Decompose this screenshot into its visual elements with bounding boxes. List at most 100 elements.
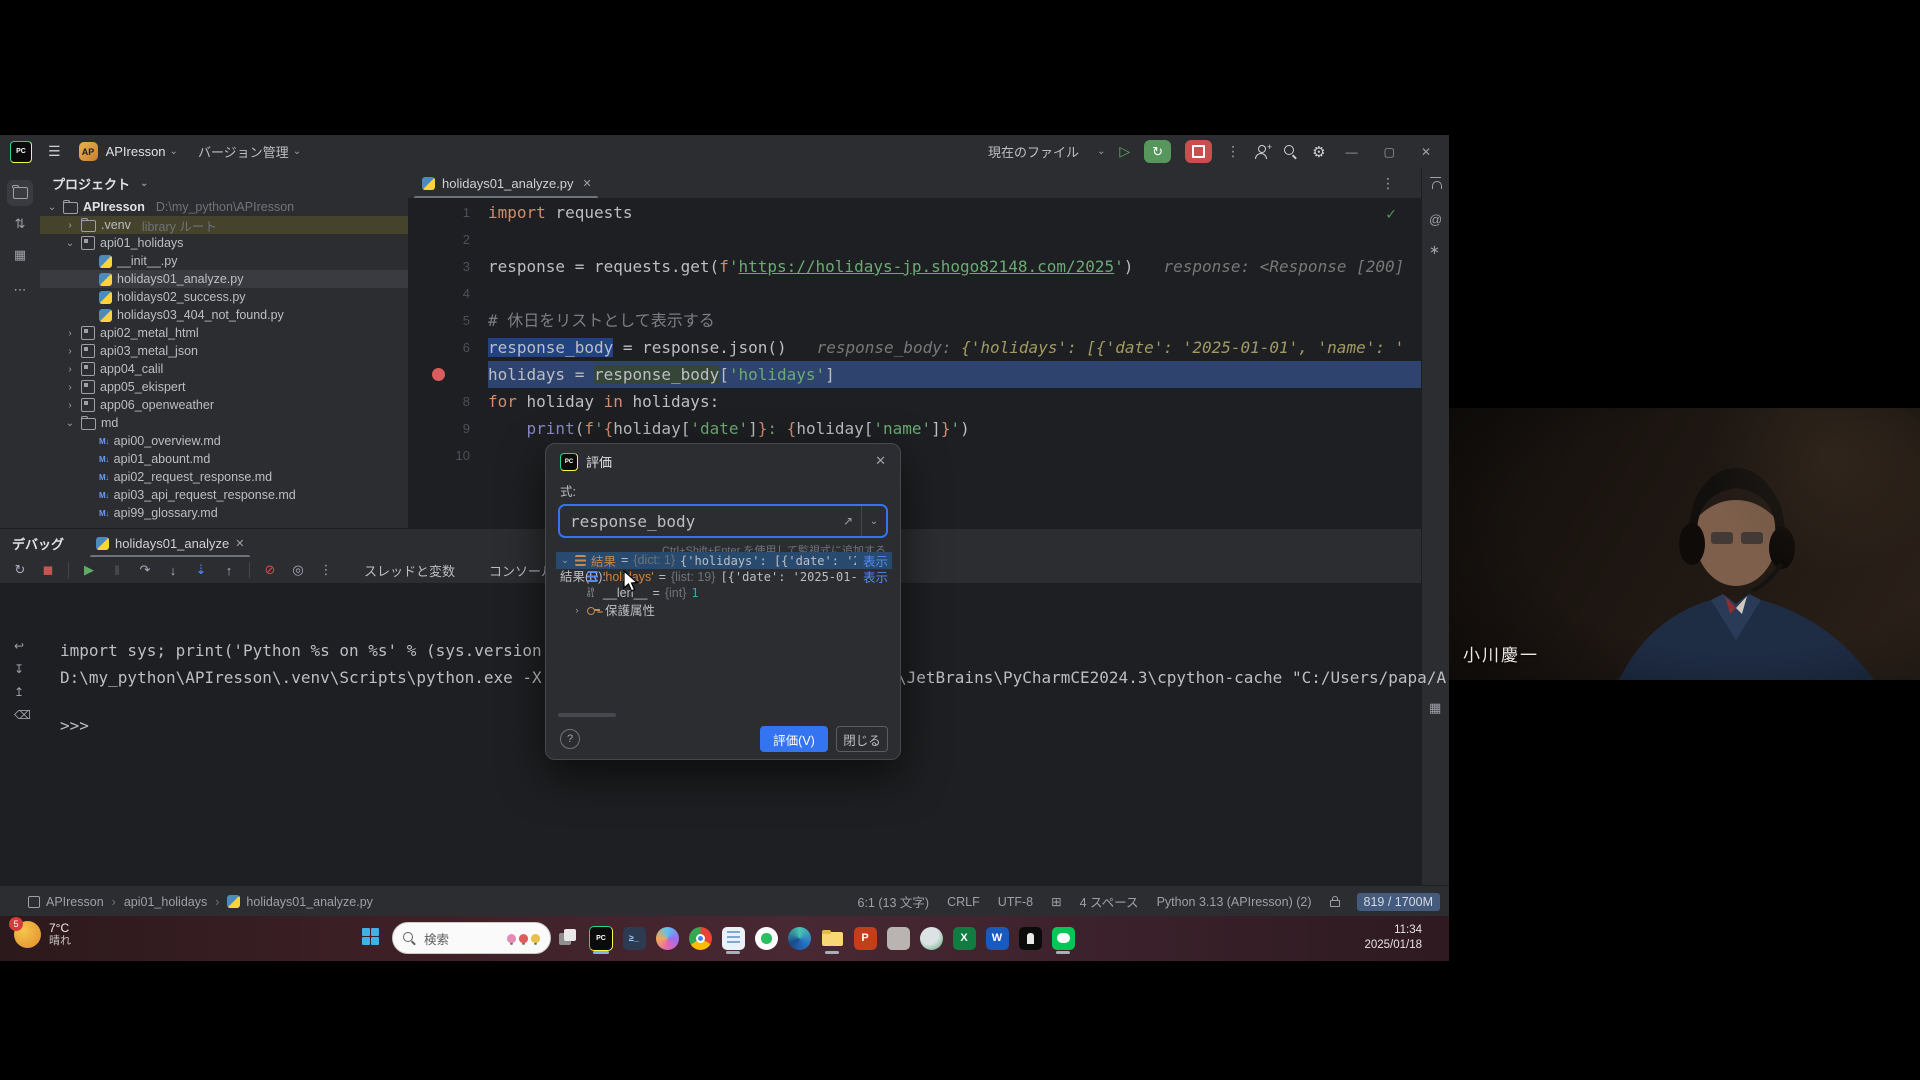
tree-item-holidays03_404_not_found.py[interactable]: holidays03_404_not_found.py — [40, 306, 408, 324]
tree-item-holidays01_analyze.py[interactable]: holidays01_analyze.py — [40, 270, 408, 288]
dialog-close-icon[interactable]: ✕ — [875, 453, 886, 469]
chevron-collapsed-icon[interactable]: › — [64, 328, 76, 339]
code-line[interactable]: holidays = response_body['holidays'] — [408, 361, 1421, 388]
taskbar-search[interactable]: 検索 — [392, 922, 551, 954]
editor-gutter[interactable]: 4 — [408, 280, 488, 307]
run-button[interactable]: ▷ — [1119, 143, 1130, 160]
taskbar-app-edge[interactable] — [787, 922, 811, 954]
chevron-expanded-icon[interactable]: ⌄ — [64, 238, 76, 249]
code-line[interactable]: 2 — [408, 226, 1421, 253]
taskbar-app-powerpoint[interactable]: P — [853, 922, 877, 954]
project-name[interactable]: APIresson — [106, 144, 166, 159]
project-panel-title[interactable]: プロジェクト — [52, 174, 130, 193]
breadcrumb-item[interactable]: api01_holidays — [124, 895, 207, 909]
pause-icon[interactable]: ‖ — [109, 563, 125, 578]
tree-item-__init__.py[interactable]: __init__.py — [40, 252, 408, 270]
chevron-collapsed-icon[interactable]: › — [572, 605, 582, 615]
editor-gutter[interactable]: 1 — [408, 199, 488, 226]
editor-tab[interactable]: holidays01_analyze.py ✕ — [408, 168, 604, 198]
taskbar-app-evernote[interactable] — [754, 922, 778, 954]
debug-panel-title[interactable]: デバッグ — [12, 534, 64, 553]
result-row[interactable]: ›保護属性 — [556, 602, 892, 619]
tree-item-api02_request_response.md[interactable]: M↓api02_request_response.md — [40, 468, 408, 486]
taskbar-app-notepad[interactable] — [721, 922, 745, 954]
more-icon[interactable]: ⋮ — [318, 562, 334, 578]
inbox-at-icon[interactable]: @ — [1429, 212, 1442, 227]
taskbar-app-file-explorer[interactable] — [820, 922, 844, 954]
tree-item-api03_metal_json[interactable]: ›api03_metal_json — [40, 342, 408, 360]
tree-item-app04_calil[interactable]: ›app04_calil — [40, 360, 408, 378]
editor-gutter[interactable]: 2 — [408, 226, 488, 253]
more-tools-icon[interactable]: ⋯ — [7, 277, 33, 303]
scroll-to-top-icon[interactable]: ↥ — [14, 685, 24, 699]
search-everywhere-icon[interactable] — [1283, 144, 1298, 159]
breadcrumb-item[interactable]: holidays01_analyze.py — [227, 895, 372, 909]
structure-icon[interactable]: ▦ — [7, 242, 33, 268]
code-line[interactable]: 1import requests — [408, 199, 1421, 226]
taskbar-app-copilot[interactable] — [655, 922, 679, 954]
taskbar-app-app-gray[interactable] — [886, 922, 910, 954]
tree-item-api00_overview.md[interactable]: M↓api00_overview.md — [40, 432, 408, 450]
settings-gear-icon[interactable]: ⚙ — [1312, 143, 1325, 161]
scroll-to-end-icon[interactable]: ↧ — [14, 662, 24, 676]
step-over-icon[interactable]: ↷ — [137, 562, 153, 578]
debug-session-tab[interactable]: holidays01_analyze ✕ — [86, 529, 254, 557]
tree-item-app05_ekispert[interactable]: ›app05_ekispert — [40, 378, 408, 396]
code-line[interactable]: 5# 休日をリストとして表示する — [408, 307, 1421, 334]
taskbar-app-excel[interactable]: X — [952, 922, 976, 954]
taskbar-app-pycharm[interactable]: PC — [589, 922, 613, 954]
taskbar-app-powershell[interactable]: ≥_ — [622, 922, 646, 954]
result-row[interactable]: 1001__len__={int}1 — [556, 585, 892, 602]
indent-style[interactable]: 4 スペース — [1080, 892, 1139, 911]
editor-gutter[interactable]: 8 — [408, 388, 488, 415]
tree-item-app06_openweather[interactable]: ›app06_openweather — [40, 396, 408, 414]
interpreter[interactable]: Python 3.13 (APIresson) (2) — [1157, 895, 1312, 909]
expression-input[interactable] — [560, 512, 843, 531]
close-tab-icon[interactable]: ✕ — [583, 177, 592, 190]
tree-item-.venv[interactable]: ›.venvlibrary ルート — [40, 216, 408, 234]
stop-icon[interactable]: ◼ — [40, 562, 56, 578]
view-breakpoints-icon[interactable]: ◎ — [290, 562, 306, 578]
chevron-expanded-icon[interactable]: ⌄ — [560, 555, 570, 566]
tree-item-api01_holidays[interactable]: ⌄api01_holidays — [40, 234, 408, 252]
pull-requests-icon[interactable]: ⇅ — [7, 211, 33, 237]
close-button[interactable]: ✕ — [1415, 145, 1437, 159]
chevron-collapsed-icon[interactable]: › — [64, 382, 76, 393]
chevron-expanded-icon[interactable]: ⌄ — [64, 418, 76, 429]
history-dropdown-icon[interactable]: ⌄ — [861, 506, 886, 536]
main-menu-icon[interactable]: ☰ — [48, 143, 61, 160]
result-row[interactable]: ⌄結果={dict: 1}{'holidays': [{'date': '202… — [556, 552, 892, 569]
code-line[interactable]: 4 — [408, 280, 1421, 307]
maximize-button[interactable]: ▢ — [1378, 145, 1401, 159]
more-actions-icon[interactable]: ⋮ — [1226, 143, 1240, 160]
chevron-collapsed-icon[interactable]: › — [64, 346, 76, 357]
inspections-ok-icon[interactable]: ✓ — [1385, 206, 1397, 223]
breadcrumb-item[interactable]: APIresson — [28, 895, 104, 909]
step-into-my-code-icon[interactable]: ⇣ — [193, 562, 209, 578]
encoding[interactable]: UTF-8 — [998, 895, 1033, 909]
tab-options-icon[interactable]: ⋮ — [1381, 175, 1395, 192]
rerun-debug-icon[interactable]: ↻ — [12, 562, 28, 578]
view-link[interactable]: 表示 — [863, 567, 892, 586]
taskbar-app-line-app[interactable] — [1051, 922, 1075, 954]
soft-wrap-icon[interactable]: ↩ — [14, 639, 24, 653]
code-editor[interactable]: 1import requests23response = requests.ge… — [408, 199, 1421, 469]
vcs-widget[interactable]: バージョン管理 — [198, 142, 289, 161]
expand-input-icon[interactable]: ↗ — [843, 514, 861, 528]
stop-button[interactable] — [1185, 140, 1212, 163]
clear-console-icon[interactable]: ⌫ — [14, 708, 31, 722]
code-line[interactable]: 9 print(f'{holiday['date']}: {holiday['n… — [408, 415, 1421, 442]
taskbar-app-kindle[interactable] — [1018, 922, 1042, 954]
rerun-debug-button[interactable]: ↻ — [1144, 140, 1171, 163]
project-tool-icon[interactable] — [7, 180, 33, 206]
code-line[interactable]: 3response = requests.get(f'https://holid… — [408, 253, 1421, 280]
tree-item-api02_metal_html[interactable]: ›api02_metal_html — [40, 324, 408, 342]
layout-settings-icon[interactable]: ▦ — [1429, 700, 1441, 716]
line-ending[interactable]: CRLF — [947, 895, 980, 909]
chevron-collapsed-icon[interactable]: › — [64, 364, 76, 375]
close-dialog-button[interactable]: 閉じる — [836, 726, 888, 752]
editor-gutter[interactable]: 5 — [408, 307, 488, 334]
mute-breakpoints-icon[interactable]: ⊘ — [262, 562, 278, 578]
weather-widget[interactable]: 5 7°C 晴れ — [14, 921, 71, 948]
evaluate-button[interactable]: 評価(V) — [760, 726, 828, 752]
